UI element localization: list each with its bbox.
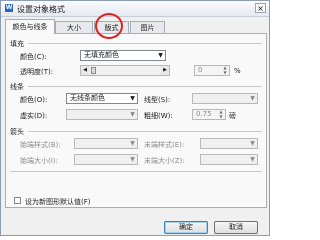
- chevron-down-icon: ▼: [250, 95, 255, 102]
- chevron-down-icon: ▼: [250, 140, 255, 147]
- app-icon: W: [5, 4, 13, 12]
- default-checkbox-label: 设为新图形默认值(F): [25, 198, 91, 206]
- transparency-slider[interactable]: ◀ ▶: [80, 65, 170, 76]
- slider-thumb[interactable]: [91, 67, 96, 74]
- transparency-input[interactable]: 0 ▲ ▼: [194, 65, 230, 76]
- transparency-value: 0: [198, 66, 203, 74]
- close-button[interactable]: ×: [255, 3, 266, 13]
- arrows-section-label: 箭头: [10, 128, 24, 136]
- divider: [28, 86, 262, 87]
- dash-select[interactable]: ▼: [66, 109, 138, 120]
- title-bar[interactable]: W 设置对象格式 ×: [1, 1, 269, 17]
- begin-style-select[interactable]: ▼: [74, 138, 138, 149]
- divider: [28, 131, 262, 132]
- weight-input[interactable]: 0.75 ▲ ▼: [192, 109, 226, 120]
- tab-color-and-lines[interactable]: 颜色与线条: [5, 19, 55, 34]
- chevron-down-icon: ▼: [130, 140, 135, 147]
- fill-color-select[interactable]: 无填充颜色 ▼: [80, 50, 166, 61]
- cancel-button[interactable]: 取消: [214, 221, 258, 234]
- end-size-select[interactable]: ▼: [200, 154, 258, 165]
- fill-section-label: 填充: [10, 40, 24, 48]
- end-style-label: 末端样式(E):: [144, 141, 185, 149]
- chevron-down-icon: ▼: [130, 156, 135, 163]
- slider-right-arrow-icon[interactable]: ▶: [161, 66, 169, 75]
- dash-label: 虚实(D):: [20, 112, 48, 120]
- line-color-label: 颜色(O):: [20, 96, 48, 104]
- dialog-window: W 设置对象格式 × 颜色与线条 大小 版式 图片 填充 颜色(C): 无填充颜…: [0, 0, 270, 236]
- divider: [10, 171, 262, 172]
- default-checkbox[interactable]: [14, 197, 21, 204]
- line-section-label: 线条: [10, 83, 24, 91]
- fill-color-label: 颜色(C):: [20, 53, 47, 61]
- chevron-down-icon: ▼: [130, 95, 135, 102]
- spin-arrows-icon[interactable]: ▲ ▼: [221, 65, 229, 75]
- begin-size-select[interactable]: ▼: [74, 154, 138, 165]
- line-style-label: 线型(S):: [144, 96, 171, 104]
- spin-arrows-icon[interactable]: ▲ ▼: [217, 109, 225, 119]
- fill-color-value: 无填充颜色: [84, 51, 119, 59]
- chevron-down-icon: ▼: [250, 156, 255, 163]
- slider-left-arrow-icon[interactable]: ◀: [81, 66, 89, 75]
- chevron-down-icon: ▼: [130, 111, 135, 118]
- tab-picture[interactable]: 图片: [130, 21, 165, 33]
- end-style-select[interactable]: ▼: [200, 138, 258, 149]
- chevron-down-icon: ▼: [158, 52, 163, 59]
- dialog-title: 设置对象格式: [17, 5, 65, 14]
- end-size-label: 末端大小(Z):: [144, 157, 185, 165]
- tab-panel: 填充 颜色(C): 无填充颜色 ▼ 透明度(T): ◀ ▶ 0 ▲ ▼ % 线条 …: [5, 33, 267, 208]
- divider: [28, 43, 262, 44]
- transparency-label: 透明度(T):: [20, 68, 54, 76]
- weight-unit: 磅: [229, 112, 236, 120]
- line-color-select[interactable]: 无线条颜色 ▼: [66, 93, 138, 104]
- highlight-circle-annotation: [95, 13, 123, 39]
- tab-size[interactable]: 大小: [55, 21, 93, 33]
- transparency-unit: %: [234, 67, 241, 75]
- line-color-value: 无线条颜色: [70, 94, 105, 102]
- begin-style-label: 始端样式(B):: [20, 141, 61, 149]
- ok-button[interactable]: 确定: [164, 221, 208, 234]
- weight-label: 粗细(W):: [144, 112, 173, 120]
- weight-value: 0.75: [196, 110, 212, 118]
- begin-size-label: 始端大小(I):: [20, 157, 58, 165]
- line-style-select[interactable]: ▼: [192, 93, 258, 104]
